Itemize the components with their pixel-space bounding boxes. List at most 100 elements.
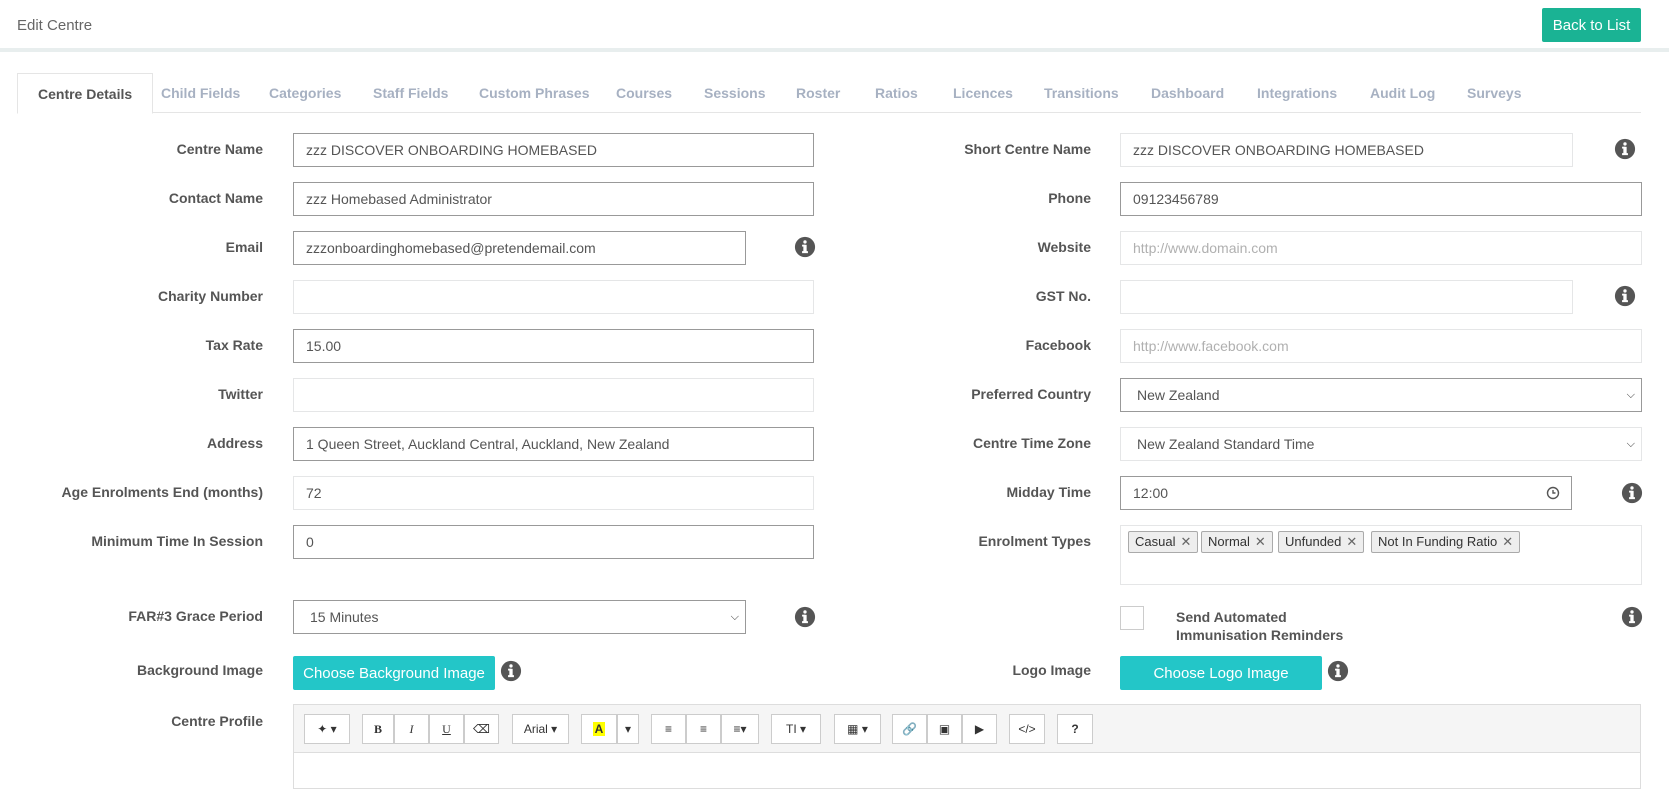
page-title: Edit Centre <box>17 17 93 34</box>
centre-name-label: Centre Name <box>176 141 263 157</box>
info-icon[interactable] <box>500 660 522 682</box>
twitter-label: Twitter <box>218 386 263 402</box>
tab-transitions[interactable]: Transitions <box>1044 73 1119 113</box>
chevron-down-icon[interactable]: ▾ <box>617 714 639 744</box>
minimum-time-in-session-label: Minimum Time In Session <box>91 533 263 549</box>
font-size-dropdown[interactable]: TI ▾ <box>771 714 821 744</box>
bullet-list-icon[interactable]: ≡ <box>651 714 686 744</box>
video-icon[interactable]: ▶ <box>962 714 997 744</box>
charity-number-input[interactable] <box>293 280 814 314</box>
info-icon[interactable] <box>1621 606 1643 628</box>
preferred-country-label: Preferred Country <box>971 386 1091 402</box>
contact-name-input[interactable]: zzz Homebased Administrator <box>293 182 814 216</box>
gst-no-label: GST No. <box>1035 288 1091 304</box>
align-icon[interactable]: ≡▾ <box>721 714 759 744</box>
phone-label: Phone <box>1048 190 1091 206</box>
remove-tag-icon[interactable]: ✕ <box>1180 534 1191 549</box>
choose-logo-image-button[interactable]: Choose Logo Image <box>1120 656 1322 690</box>
highlight-color-icon[interactable]: A <box>581 714 617 744</box>
code-view-icon[interactable]: </> <box>1009 714 1045 744</box>
underline-icon[interactable]: U <box>429 714 464 744</box>
enrolment-types-label: Enrolment Types <box>978 533 1091 549</box>
age-enrolments-end-label: Age Enrolments End (months) <box>61 484 263 500</box>
tab-centre-details[interactable]: Centre Details <box>17 73 154 114</box>
clock-icon[interactable] <box>1534 476 1572 510</box>
far3-grace-period-label: FAR#3 Grace Period <box>128 608 263 624</box>
phone-input[interactable]: 09123456789 <box>1120 182 1642 216</box>
email-label: Email <box>225 239 263 255</box>
choose-background-image-button[interactable]: Choose Background Image <box>293 656 495 690</box>
tab-audit-log[interactable]: Audit Log <box>1370 73 1435 113</box>
preferred-country-select[interactable]: New Zealand ⌵ <box>1120 378 1642 412</box>
tab-ratios[interactable]: Ratios <box>875 73 918 113</box>
centre-profile-editor[interactable]: ✦ ▾ B I U ⌫ Arial ▾ A ▾ ≡ ≡ ≡▾ TI ▾ ▦ ▾ … <box>293 704 1641 789</box>
link-icon[interactable]: 🔗 <box>892 714 927 744</box>
short-centre-name-input[interactable]: zzz DISCOVER ONBOARDING HOMEBASED <box>1120 133 1573 167</box>
midday-time-input[interactable]: 12:00 <box>1120 476 1535 510</box>
logo-image-label: Logo Image <box>1012 662 1091 678</box>
centre-time-zone-value: New Zealand Standard Time <box>1137 436 1315 452</box>
tax-rate-input[interactable]: 15.00 <box>293 329 814 363</box>
centre-name-input[interactable]: zzz DISCOVER ONBOARDING HOMEBASED <box>293 133 814 167</box>
numbered-list-icon[interactable]: ≡ <box>686 714 721 744</box>
facebook-label: Facebook <box>1025 337 1091 353</box>
font-family-dropdown[interactable]: Arial ▾ <box>512 714 569 744</box>
chevron-down-icon: ⌵ <box>1626 389 1635 401</box>
back-to-list-button[interactable]: Back to List <box>1542 8 1641 42</box>
italic-icon[interactable]: I <box>394 714 429 744</box>
age-enrolments-end-input[interactable]: 72 <box>293 476 814 510</box>
contact-name-label: Contact Name <box>168 190 263 206</box>
preferred-country-value: New Zealand <box>1137 387 1220 403</box>
immunisation-reminders-label: Send Automated Immunisation Reminders <box>1176 609 1344 643</box>
info-icon[interactable] <box>794 236 816 258</box>
remove-tag-icon[interactable]: ✕ <box>1255 534 1266 549</box>
magic-style-icon[interactable]: ✦ ▾ <box>304 714 350 744</box>
tab-child-fields[interactable]: Child Fields <box>161 73 240 113</box>
website-label: Website <box>1037 239 1091 255</box>
tab-roster[interactable]: Roster <box>796 73 840 113</box>
far3-grace-period-select[interactable]: 15 Minutes ⌵ <box>293 600 746 634</box>
enrolment-tag[interactable]: Casual ✕ <box>1128 531 1199 553</box>
tab-sessions[interactable]: Sessions <box>704 73 765 113</box>
help-icon[interactable]: ? <box>1057 714 1093 744</box>
chevron-down-icon: ⌵ <box>730 611 739 623</box>
tab-custom-phrases[interactable]: Custom Phrases <box>479 73 589 113</box>
info-icon[interactable] <box>1327 660 1349 682</box>
tab-staff-fields[interactable]: Staff Fields <box>373 73 448 113</box>
info-icon[interactable] <box>1621 482 1643 504</box>
tab-bar: Centre Details Child Fields Categories S… <box>17 73 1641 114</box>
remove-tag-icon[interactable]: ✕ <box>1346 534 1357 549</box>
address-input[interactable]: 1 Queen Street, Auckland Central, Auckla… <box>293 427 814 461</box>
eraser-icon[interactable]: ⌫ <box>464 714 499 744</box>
tab-integrations[interactable]: Integrations <box>1257 73 1337 113</box>
table-icon[interactable]: ▦ ▾ <box>834 714 881 744</box>
tab-licences[interactable]: Licences <box>953 73 1013 113</box>
email-input[interactable]: zzzonboardinghomebased@pretendemail.com <box>293 231 746 265</box>
twitter-input[interactable] <box>293 378 814 412</box>
tab-courses[interactable]: Courses <box>616 73 672 113</box>
enrolment-tag[interactable]: Unfunded ✕ <box>1278 531 1365 553</box>
enrolment-tag[interactable]: Not In Funding Ratio ✕ <box>1371 531 1521 553</box>
website-input[interactable]: http://www.domain.com <box>1120 231 1642 265</box>
enrolment-tag[interactable]: Normal ✕ <box>1201 531 1273 553</box>
minimum-time-in-session-input[interactable]: 0 <box>293 525 814 559</box>
centre-profile-label: Centre Profile <box>171 713 263 729</box>
remove-tag-icon[interactable]: ✕ <box>1502 534 1513 549</box>
midday-time-label: Midday Time <box>1006 484 1091 500</box>
tab-categories[interactable]: Categories <box>269 73 341 113</box>
tab-surveys[interactable]: Surveys <box>1467 73 1521 113</box>
top-header: Edit Centre Back to List <box>0 0 1669 52</box>
editor-toolbar: ✦ ▾ B I U ⌫ Arial ▾ A ▾ ≡ ≡ ≡▾ TI ▾ ▦ ▾ … <box>294 705 1640 753</box>
tab-dashboard[interactable]: Dashboard <box>1151 73 1224 113</box>
info-icon[interactable] <box>1614 285 1636 307</box>
facebook-input[interactable]: http://www.facebook.com <box>1120 329 1642 363</box>
centre-time-zone-select[interactable]: New Zealand Standard Time ⌵ <box>1120 427 1642 461</box>
info-icon[interactable] <box>794 606 816 628</box>
image-icon[interactable]: ▣ <box>927 714 962 744</box>
info-icon[interactable] <box>1614 138 1636 160</box>
bold-icon[interactable]: B <box>362 714 394 744</box>
gst-no-input[interactable] <box>1120 280 1573 314</box>
immunisation-reminders-checkbox[interactable] <box>1120 606 1144 630</box>
enrolment-types-multiselect[interactable]: Casual ✕ Normal ✕ Unfunded ✕ Not In Funding… <box>1120 525 1642 585</box>
centre-time-zone-label: Centre Time Zone <box>973 435 1091 451</box>
